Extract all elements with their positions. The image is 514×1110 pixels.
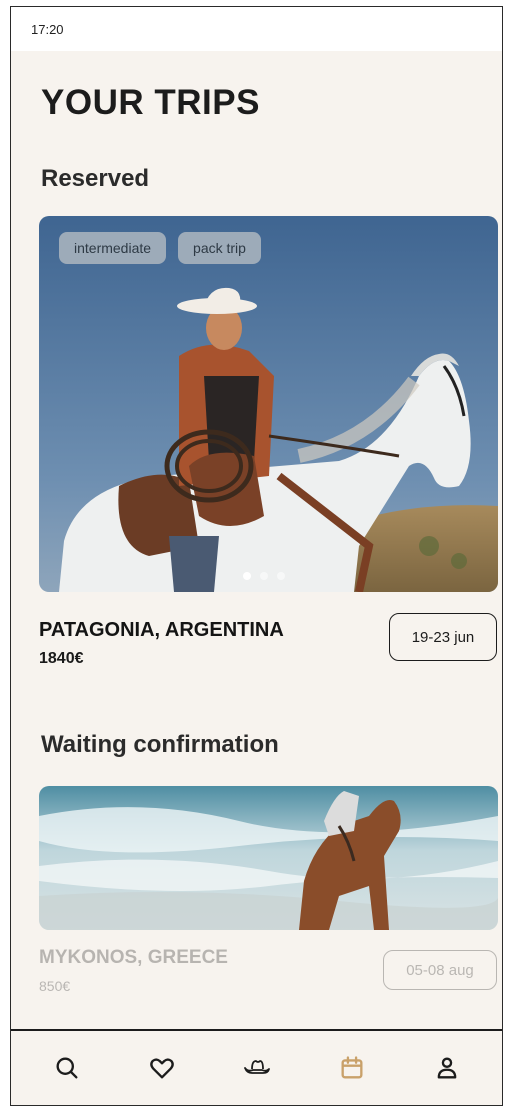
- tab-favorites[interactable]: [134, 1040, 190, 1096]
- carousel-dot[interactable]: [260, 572, 268, 580]
- carousel-dot[interactable]: [277, 572, 285, 580]
- carousel-dot[interactable]: [243, 572, 251, 580]
- tab-profile[interactable]: [419, 1040, 475, 1096]
- bottom-tab-bar: [11, 1029, 502, 1105]
- section-title-reserved: Reserved: [41, 165, 150, 192]
- tab-explore[interactable]: [229, 1040, 285, 1096]
- trip-price: 850€: [39, 978, 71, 994]
- trip-price: 1840€: [39, 650, 84, 667]
- trip-dates-button[interactable]: 05-08 aug: [383, 950, 497, 990]
- trip-card-image-mykonos[interactable]: [39, 786, 498, 930]
- tag-type: pack trip: [178, 232, 261, 264]
- trip-name[interactable]: PATAGONIA, ARGENTINA: [39, 619, 284, 642]
- heart-icon: [149, 1058, 174, 1079]
- trip-card-image-patagonia[interactable]: intermediate pack trip: [39, 216, 498, 592]
- status-time: 17:20: [31, 21, 64, 37]
- tab-search[interactable]: [39, 1040, 95, 1096]
- cowboy-hat-icon: [243, 1060, 270, 1074]
- trip-dates-button[interactable]: 19-23 jun: [389, 613, 497, 661]
- phone-screen: 17:20 YOUR TRIPS Reserved intermediate p…: [10, 6, 503, 1106]
- page-title: YOUR TRIPS: [41, 83, 260, 122]
- tag-level: intermediate: [59, 232, 167, 264]
- section-title-waiting: Waiting confirmation: [41, 731, 279, 758]
- carousel-dots: [243, 572, 285, 580]
- tab-trips[interactable]: [324, 1040, 380, 1096]
- beach-horse-photo: [39, 786, 498, 930]
- horse-rider-photo: [39, 216, 498, 592]
- trip-name[interactable]: MYKONOS, GREECE: [39, 947, 228, 969]
- status-bar: 17:20: [11, 7, 502, 51]
- calendar-icon: [341, 1056, 362, 1079]
- search-icon: [56, 1057, 78, 1079]
- profile-icon: [437, 1057, 456, 1079]
- trip-tags: intermediate pack trip: [59, 232, 261, 264]
